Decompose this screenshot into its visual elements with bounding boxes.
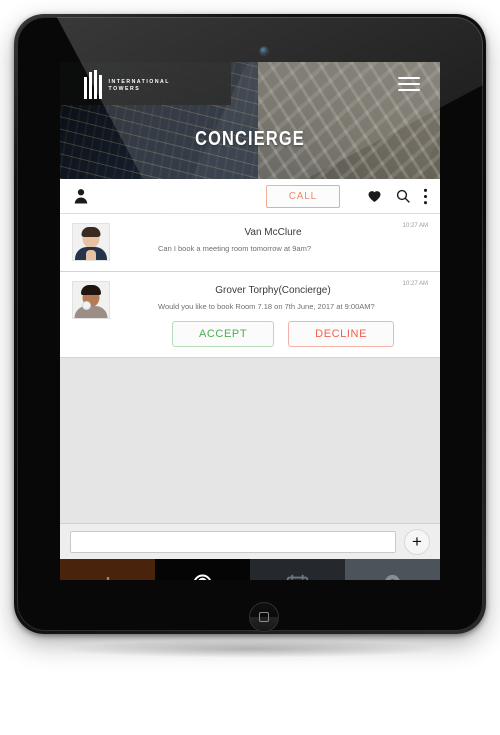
- logo-bars-icon: [84, 70, 102, 99]
- international-towers-logo[interactable]: INTERNATIONAL TOWERS: [84, 70, 170, 99]
- calendar-icon: [286, 574, 309, 580]
- accept-button[interactable]: ACCEPT: [171, 321, 275, 347]
- logo-line1: INTERNATIONAL: [108, 79, 170, 85]
- hamburger-menu-icon[interactable]: [398, 77, 420, 91]
- more-vertical-icon[interactable]: [423, 188, 428, 205]
- app-banner: INTERNATIONAL TOWERS CONCIERGE: [60, 62, 440, 179]
- location-icon: [385, 574, 400, 580]
- message-timestamp: 10:27 AM: [402, 223, 428, 229]
- home-button[interactable]: [249, 602, 279, 632]
- message-text: Can I book a meeting room tomorrow at 9a…: [158, 244, 311, 253]
- chat-message: 10:27 AM Grover Torphy(Concierge) Would …: [60, 272, 440, 358]
- avatar-grover-torphy[interactable]: [72, 281, 110, 319]
- app-screen: INTERNATIONAL TOWERS CONCIERGE CALL 10:2…: [60, 62, 440, 580]
- message-sender: Van McClure: [244, 227, 302, 238]
- plus-icon[interactable]: +: [404, 528, 430, 555]
- nav-tab-concierge[interactable]: [155, 559, 250, 580]
- chat-message: 10:27 AM Van McClure Can I book a meetin…: [60, 214, 440, 272]
- decline-button[interactable]: DECLINE: [288, 321, 395, 347]
- message-input[interactable]: [70, 530, 396, 553]
- search-icon[interactable]: [395, 188, 411, 204]
- nav-tab-location[interactable]: [345, 559, 440, 580]
- message-action-buttons: ACCEPT DECLINE: [118, 321, 428, 347]
- heart-icon[interactable]: [366, 188, 383, 204]
- logo-line2: TOWERS: [108, 86, 141, 92]
- camera-dot: [260, 47, 268, 55]
- tablet-device: INTERNATIONAL TOWERS CONCIERGE CALL 10:2…: [14, 14, 486, 634]
- message-sender: Grover Torphy(Concierge): [215, 285, 331, 296]
- concierge-icon: [194, 574, 211, 580]
- page-title: CONCIERGE: [195, 128, 305, 150]
- app-topbar: INTERNATIONAL TOWERS: [60, 62, 440, 105]
- plus-icon: [106, 576, 109, 580]
- nav-tab-add[interactable]: [60, 559, 155, 580]
- nav-tab-calendar[interactable]: [250, 559, 345, 580]
- avatar-van-mcclure[interactable]: [72, 223, 110, 261]
- call-button[interactable]: CALL: [265, 184, 340, 208]
- action-bar: CALL: [60, 179, 440, 214]
- message-text: Would you like to book Room 7.18 on 7th …: [158, 302, 375, 311]
- logo-text: INTERNATIONAL TOWERS: [109, 79, 170, 93]
- home-square-icon: [259, 612, 269, 622]
- device-shadow: [60, 640, 440, 658]
- person-icon[interactable]: [72, 187, 90, 205]
- message-composer: +: [60, 523, 440, 559]
- bottom-navigation: [60, 559, 440, 580]
- message-timestamp: 10:27 AM: [402, 281, 428, 287]
- chat-message-list: 10:27 AM Van McClure Can I book a meetin…: [60, 214, 440, 523]
